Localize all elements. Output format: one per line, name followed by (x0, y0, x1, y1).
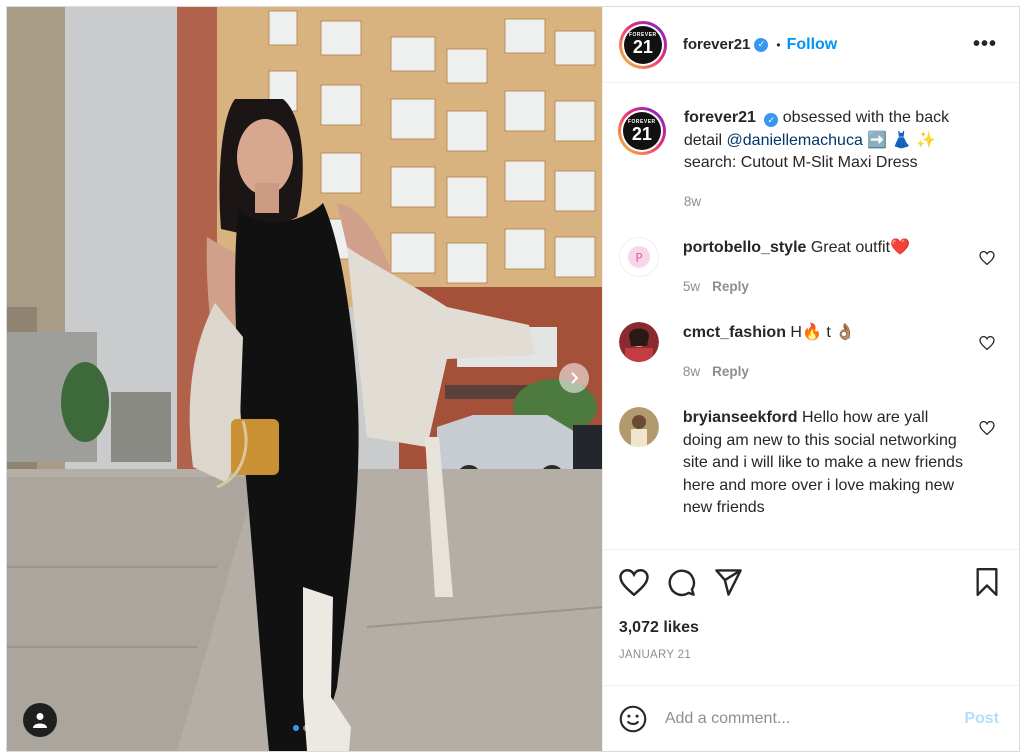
avatar[interactable] (618, 407, 659, 447)
verified-icon: ✓ (754, 37, 769, 52)
post-comment-button[interactable]: Post (964, 710, 999, 728)
follow-button[interactable]: Follow (787, 36, 838, 54)
avatar[interactable] (618, 322, 659, 362)
heart-icon[interactable] (619, 569, 649, 596)
share-icon[interactable] (714, 569, 743, 596)
comment-age: 5w (682, 278, 701, 294)
mention-link[interactable]: @daniellemachuca (727, 132, 863, 149)
verified-icon: ✓ (764, 113, 779, 128)
caption-search-line: search: Cutout M-Slit Maxi Dress (683, 154, 918, 171)
chevron-right-icon (571, 372, 579, 384)
comment-input[interactable] (664, 709, 945, 728)
logo-number: 21 (631, 123, 652, 144)
like-comment-heart-icon[interactable] (979, 421, 995, 435)
comment-text: Great outfit (810, 239, 891, 256)
post-side-panel: FOREVER 21 forever21 ✓ • Follow ••• FORE… (601, 7, 1019, 751)
caption-avatar[interactable]: FOREVER 21 (617, 107, 666, 155)
forever21-logo: FOREVER 21 (623, 25, 662, 64)
like-comment-heart-icon[interactable] (979, 251, 995, 265)
post-modal: FOREVER 21 forever21 ✓ • Follow ••• FORE… (6, 6, 1020, 752)
forever21-logo: FOREVER 21 (622, 112, 661, 150)
caption-emojis: ➡️ 👗 ✨ (867, 131, 936, 149)
header-username[interactable]: forever21 (683, 36, 751, 53)
bookmark-icon[interactable] (975, 568, 999, 596)
comment-emoji: ❤️ (890, 239, 910, 256)
add-comment-bar: Post (602, 685, 1019, 751)
bullet-separator: • (776, 37, 781, 52)
post-header: FOREVER 21 forever21 ✓ • Follow ••• (602, 7, 1019, 83)
caption-username[interactable]: forever21 (684, 109, 756, 126)
comment-username[interactable]: cmct_fashion (683, 324, 786, 341)
comment-item: P portobello_style Great outfit❤️ 5w Repl… (618, 237, 1003, 298)
carousel-dot-active (293, 725, 299, 731)
comment-text-2: t (826, 324, 831, 341)
caption-age: 8w (683, 193, 702, 209)
post-date: JANUARY 21 (618, 649, 692, 661)
post-actions: 3,072 likes JANUARY 21 (602, 549, 1019, 685)
comment-age: 8w (682, 363, 701, 379)
comments-list[interactable]: FOREVER 21 forever21 ✓ obsessed with the… (603, 83, 1019, 549)
comment-username[interactable]: bryianseekford (683, 409, 798, 426)
reply-button[interactable]: Reply (712, 364, 749, 379)
user-tag-button[interactable] (23, 703, 57, 737)
carousel-dots (293, 725, 309, 731)
comment-emoji-2: 👌🏽 (835, 324, 856, 341)
avatar[interactable]: P (618, 237, 659, 277)
caption: FOREVER 21 forever21 ✓ obsessed with the… (617, 107, 1003, 213)
carousel-dot (303, 725, 309, 731)
comment-text: H (790, 324, 802, 341)
like-comment-heart-icon[interactable] (979, 336, 995, 350)
avatar[interactable]: FOREVER 21 (618, 20, 667, 69)
comment-item: cmct_fashion H🔥 t 👌🏽 8w Reply (618, 322, 1003, 383)
next-photo-button[interactable] (559, 363, 589, 393)
comment-username[interactable]: portobello_style (683, 239, 807, 256)
comment-item: bryianseekford Hello how are yall doing … (618, 407, 1003, 520)
logo-number: 21 (632, 37, 653, 57)
comment-icon[interactable] (667, 568, 696, 597)
user-tag-icon (33, 713, 47, 728)
post-photo[interactable] (7, 7, 602, 751)
likes-count[interactable]: 3,072 likes (619, 619, 1003, 637)
emoji-icon[interactable] (619, 705, 647, 733)
photo-scene (7, 7, 602, 751)
svg-text:P: P (635, 251, 642, 265)
reply-button[interactable]: Reply (712, 279, 749, 294)
more-icon[interactable]: ••• (973, 33, 997, 56)
comment-emoji: 🔥 (801, 324, 822, 341)
